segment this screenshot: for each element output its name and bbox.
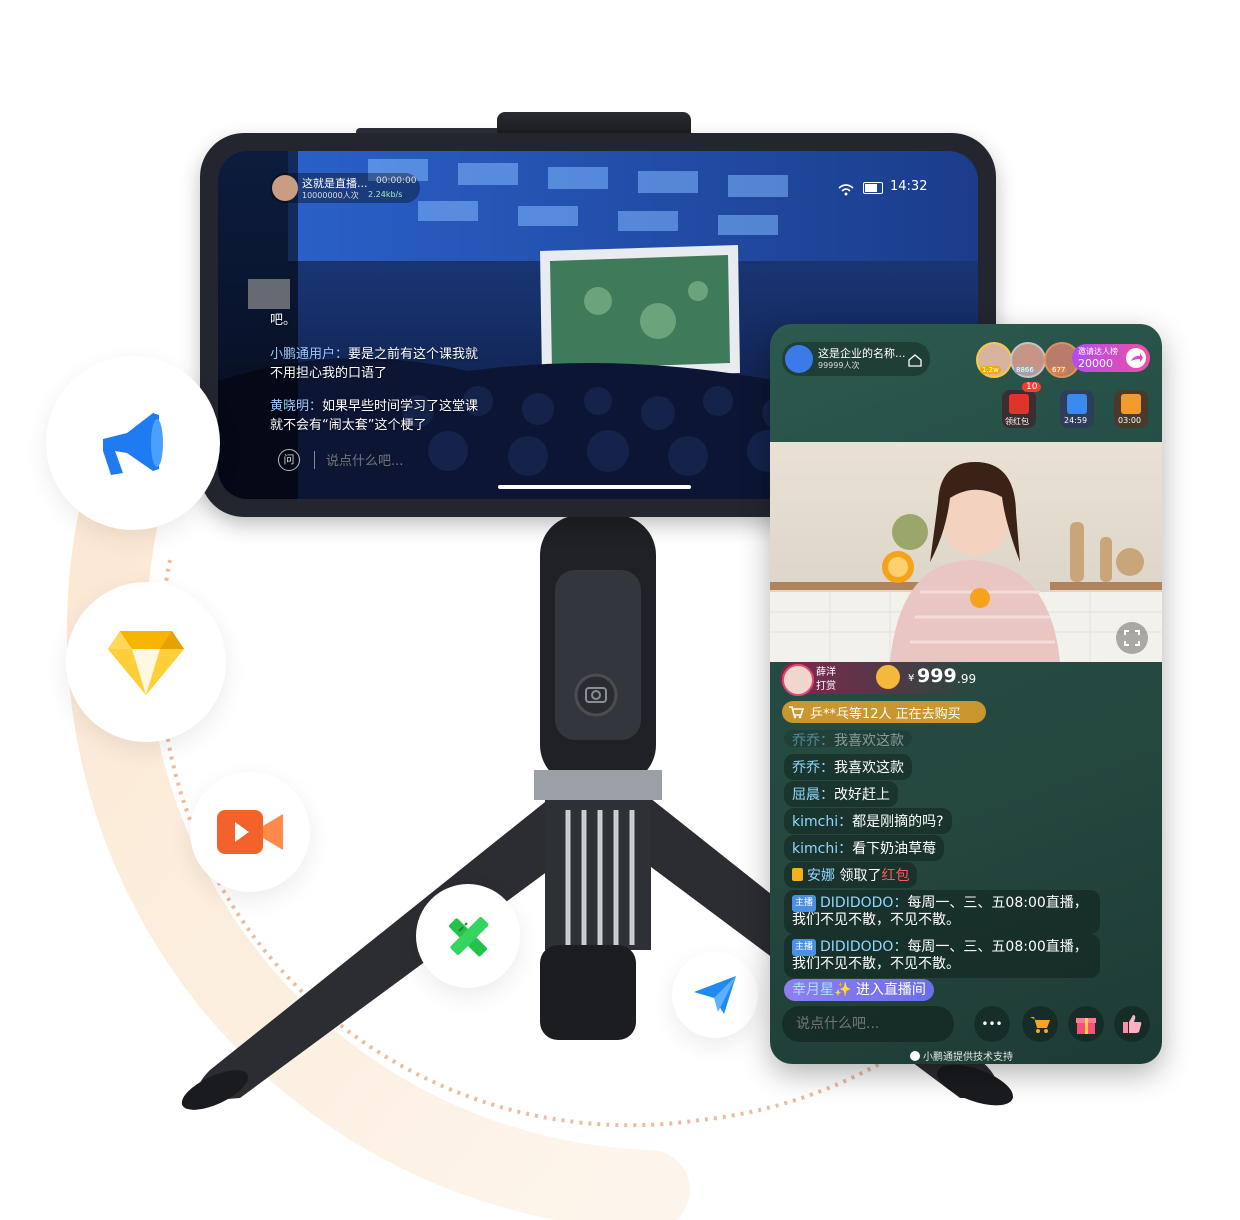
rank-badge: 1.2w xyxy=(980,366,1001,374)
live-timer: 00:00:00 xyxy=(376,176,417,186)
feature-diamond[interactable] xyxy=(66,582,226,742)
comment-line: 吧。 xyxy=(270,313,297,328)
cart-icon xyxy=(789,706,804,719)
tool-badge: 10 xyxy=(1022,382,1042,392)
invite-label: 邀请达人榜 xyxy=(1078,347,1118,356)
tool-label: 24:59 xyxy=(1064,416,1088,425)
shopping-cart-icon xyxy=(1030,1017,1050,1033)
tip-amount: 999 xyxy=(917,665,957,687)
more-button[interactable]: ••• xyxy=(974,1006,1010,1042)
feature-video[interactable] xyxy=(190,772,310,892)
org-viewers: 99999人次 xyxy=(818,361,860,370)
portrait-phone: 这是企业的名称... 99999人次 1.2w 8866 677 邀请达人榜 2… xyxy=(770,324,1162,1064)
battery-icon xyxy=(863,182,883,194)
rank-avatar[interactable]: 1.2w xyxy=(976,342,1012,378)
megaphone-icon xyxy=(103,413,163,475)
ask-button[interactable]: 问 xyxy=(278,449,300,471)
tool-label: 领红包 xyxy=(1005,417,1029,426)
diamond-icon xyxy=(108,631,184,695)
landscape-comment-input[interactable] xyxy=(324,449,488,473)
brand-logo-icon xyxy=(910,1051,920,1061)
gift-box-icon xyxy=(1121,394,1141,414)
tipper-avatar xyxy=(782,664,814,696)
org-name: 这是企业的名称... xyxy=(818,347,906,360)
rank-badge: 677 xyxy=(1050,366,1068,374)
anchor-message: 主播 DIDIDODO：每周一、三、五08:00直播，我们不见不散，不见不散。 xyxy=(784,934,1100,978)
feature-megaphone[interactable] xyxy=(46,356,220,530)
chat-message: 乔乔：我喜欢这款 xyxy=(784,754,912,780)
status-clock: 14:32 xyxy=(890,179,928,194)
thumbs-up-icon xyxy=(1123,1015,1142,1033)
tool-red-envelope[interactable]: 领红包 10 xyxy=(1002,382,1042,428)
tip-action: 打赏 xyxy=(816,681,836,692)
feature-design-tools[interactable] xyxy=(416,884,520,988)
home-indicator xyxy=(498,485,691,489)
comment-line: 黄晓明：如果早些时间学习了这堂课就不会有“闹太套”这个梗了 xyxy=(270,399,479,433)
video-camera-icon xyxy=(217,810,283,854)
tipper-name: 薛洋 xyxy=(816,667,836,678)
invite-rank-button[interactable]: 邀请达人榜 20000 xyxy=(1072,344,1150,372)
buying-text: 乒**乓等12人 正在去购买 xyxy=(810,707,961,722)
rank-badge: 8866 xyxy=(1014,366,1036,374)
home-icon[interactable] xyxy=(908,352,922,367)
chat-message: kimchi：都是刚摘的吗? xyxy=(784,808,952,834)
tool-calendar[interactable]: 24:59 xyxy=(1060,390,1094,428)
org-info-chip[interactable]: 这是企业的名称... 99999人次 xyxy=(782,342,930,376)
invite-value: 20000 xyxy=(1078,357,1113,370)
buying-banner[interactable]: 乒**乓等12人 正在去购买 xyxy=(782,701,986,723)
fullscreen-icon xyxy=(1124,630,1140,646)
divider xyxy=(314,451,315,469)
calendar-icon xyxy=(1067,394,1087,414)
tool-label: 03:00 xyxy=(1118,416,1142,425)
rank-avatar[interactable]: 8866 xyxy=(1010,342,1046,378)
tip-amount-decimal: .99 xyxy=(957,672,977,686)
live-video xyxy=(770,442,1162,662)
host-title: 这就是直播... xyxy=(302,177,368,190)
enter-notice: 幸月星✨ 进入直播间 xyxy=(784,979,934,1001)
anchor-message: 主播 DIDIDODO：每周一、三、五08:00直播，我们不见不散，不见不散。 xyxy=(784,890,1100,934)
gift-button[interactable] xyxy=(1068,1006,1104,1042)
host-avatar xyxy=(272,175,298,201)
org-logo xyxy=(785,345,813,373)
red-envelope-icon xyxy=(1009,394,1029,414)
paper-plane-icon xyxy=(694,976,736,1014)
chat-message: 屈晨：改好赶上 xyxy=(784,781,898,807)
feature-send[interactable] xyxy=(672,952,758,1038)
redpack-message: 安娜 领取了红包 xyxy=(784,862,918,888)
powered-by: 小鹏通提供技术支持 xyxy=(910,1048,1013,1063)
red-envelope-icon xyxy=(792,868,803,881)
tip-currency: ¥ xyxy=(908,673,915,684)
shop-button[interactable] xyxy=(1022,1006,1058,1042)
host-info-chip[interactable]: 这就是直播... 00:00:00 10000000人次 2.24kb/s xyxy=(270,173,420,203)
viewer-count: 10000000人次 xyxy=(302,191,359,200)
share-icon xyxy=(1126,348,1146,368)
wifi-icon xyxy=(838,181,854,196)
chat-message: 乔乔：我喜欢这款 xyxy=(784,730,912,747)
fullscreen-button[interactable] xyxy=(1116,622,1148,654)
comment-line: 小鹏通用户：要是之前有这个课我就不用担心我的口语了 xyxy=(270,347,479,381)
chat-message: kimchi：看下奶油草莓 xyxy=(784,835,945,861)
pencil-ruler-icon xyxy=(449,917,489,957)
network-speed: 2.24kb/s xyxy=(368,190,403,199)
tip-banner: 薛洋 打赏 ¥ 999 .99 xyxy=(780,662,980,696)
chat-input[interactable] xyxy=(782,1006,954,1042)
like-button[interactable] xyxy=(1114,1006,1150,1042)
coin-icon xyxy=(876,665,900,689)
gift-icon xyxy=(1076,1018,1096,1034)
tool-gift[interactable]: 03:00 xyxy=(1114,390,1148,428)
